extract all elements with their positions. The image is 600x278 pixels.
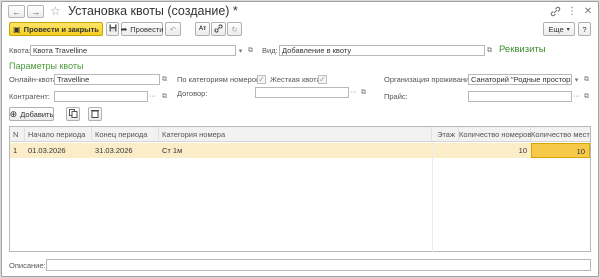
organization-open-icon[interactable]: ⧉ — [582, 74, 591, 85]
title-bar: ← → ☆ Установка квоты (создание) * ⋮ ✕ — [2, 2, 598, 21]
post-and-close-button[interactable]: ▣ Провести и закрыть — [9, 22, 103, 36]
dt-kt-icon: Aт — [198, 26, 207, 32]
delete-row-button[interactable] — [88, 107, 102, 121]
column-header-places[interactable]: Количество мест — [531, 127, 591, 142]
column-header-period-start[interactable]: Начало периода — [25, 127, 92, 142]
price-field[interactable] — [468, 91, 572, 102]
by-room-categories-label: По категориям номеров: — [177, 75, 263, 84]
trash-icon — [91, 109, 99, 120]
contract-field[interactable] — [255, 87, 349, 98]
section-title: Параметры квоты — [9, 61, 84, 71]
online-quota-open-icon[interactable]: ⧉ — [160, 74, 169, 85]
caret-down-icon: ▾ — [566, 26, 570, 33]
online-quota-label: Онлайн-квота: — [9, 75, 60, 84]
command-bar: ▣ Провести и закрыть ➦ Провести ↶ Aт ↻ Е… — [2, 22, 598, 40]
close-icon[interactable]: ✕ — [582, 5, 594, 17]
column-header-n[interactable]: N — [10, 127, 25, 142]
contract-more-icon[interactable]: ··· — [349, 87, 358, 98]
cell-period-start[interactable]: 01.03.2026 — [25, 143, 92, 158]
floppy-disk-icon — [109, 24, 117, 34]
arrow-right-icon: → — [31, 6, 40, 17]
more-vertical-icon[interactable]: ⋮ — [566, 5, 578, 17]
more-button[interactable]: Еще ▾ — [543, 22, 575, 36]
contract-open-icon[interactable]: ⧉ — [359, 87, 368, 98]
dt-ct-button[interactable]: Aт — [195, 22, 210, 36]
history-button[interactable]: ↻ — [227, 22, 242, 36]
add-row-button[interactable]: ⊕ Добавить — [9, 107, 54, 121]
kind-label: Вид: — [262, 46, 278, 55]
kind-open-icon[interactable]: ⧉ — [485, 45, 494, 56]
copy-icon — [68, 108, 78, 120]
quota-table[interactable]: N Начало периода Конец периода Категория… — [9, 126, 591, 252]
cell-places[interactable]: 10 — [531, 143, 590, 158]
quota-label: Квота: — [9, 46, 31, 55]
cell-rooms[interactable]: 10 — [459, 143, 531, 158]
quota-field[interactable]: Квота Travelline — [30, 45, 236, 56]
counterparty-field[interactable] — [54, 91, 148, 102]
plus-circle-icon: ⊕ — [9, 108, 18, 119]
copy-row-button[interactable] — [66, 107, 80, 121]
price-label: Прайс: — [384, 92, 408, 101]
quota-open-icon[interactable]: ⧉ — [246, 45, 255, 56]
price-more-icon[interactable]: ··· — [572, 91, 581, 102]
kind-field[interactable]: Добавление в квоту — [279, 45, 485, 56]
quota-dropdown-icon[interactable]: ▾ — [236, 45, 245, 56]
column-header-room-category[interactable]: Категория номера — [159, 127, 432, 142]
column-header-floor[interactable]: Этаж — [432, 127, 459, 142]
counterparty-label: Контрагент: — [9, 92, 50, 101]
forward-button[interactable]: → — [27, 5, 44, 18]
table-row[interactable]: 1 01.03.2026 31.03.2026 Ст 1м 10 10 — [10, 143, 590, 158]
organization-dropdown-icon[interactable]: ▾ — [572, 74, 581, 85]
clock-history-icon: ↻ — [231, 24, 238, 34]
cell-n[interactable]: 1 — [10, 143, 25, 158]
cell-room-category[interactable]: Ст 1м — [159, 143, 432, 158]
favorite-star-icon[interactable]: ☆ — [50, 4, 61, 18]
requisites-link[interactable]: Реквизиты — [499, 44, 546, 55]
table-header: N Начало периода Конец периода Категория… — [10, 127, 590, 142]
cancel-posting-button[interactable]: ↶ — [165, 22, 181, 36]
description-field[interactable] — [46, 259, 591, 271]
hard-quota-checkbox[interactable]: ✓ — [318, 75, 327, 84]
counterparty-open-icon[interactable]: ⧉ — [160, 91, 169, 102]
floor-column-divider — [432, 142, 433, 252]
post-button[interactable]: ➦ Провести — [121, 22, 163, 36]
save-button[interactable] — [106, 22, 119, 36]
document-window: ← → ☆ Установка квоты (создание) * ⋮ ✕ ▣… — [1, 1, 599, 277]
hard-quota-label: Жесткая квота: — [270, 75, 323, 84]
column-header-period-end[interactable]: Конец периода — [92, 127, 159, 142]
online-quota-field[interactable]: Travelline — [54, 74, 160, 85]
cell-period-end[interactable]: 31.03.2026 — [92, 143, 159, 158]
back-button[interactable]: ← — [8, 5, 25, 18]
help-button[interactable]: ? — [578, 22, 591, 36]
description-label: Описание: — [9, 261, 46, 270]
price-open-icon[interactable]: ⧉ — [582, 91, 591, 102]
contract-label: Договор: — [177, 89, 208, 98]
post-arrow-icon: ➦ — [120, 24, 128, 34]
organization-field[interactable]: Санаторий "Родные просторы" — [468, 74, 572, 85]
chain-icon — [214, 23, 223, 35]
undo-icon: ↶ — [169, 24, 177, 34]
by-room-categories-checkbox[interactable]: ✓ — [257, 75, 266, 84]
counterparty-more-icon[interactable]: ··· — [148, 91, 157, 102]
link-icon[interactable] — [549, 5, 561, 17]
window-title: Установка квоты (создание) * — [68, 4, 238, 18]
arrow-left-icon: ← — [12, 6, 21, 17]
column-header-rooms[interactable]: Количество номеров — [459, 127, 531, 142]
related-docs-button[interactable] — [211, 22, 226, 36]
post-icon: ▣ — [13, 24, 21, 34]
cell-floor[interactable] — [432, 143, 459, 158]
organization-label: Организация проживания: — [384, 75, 476, 84]
